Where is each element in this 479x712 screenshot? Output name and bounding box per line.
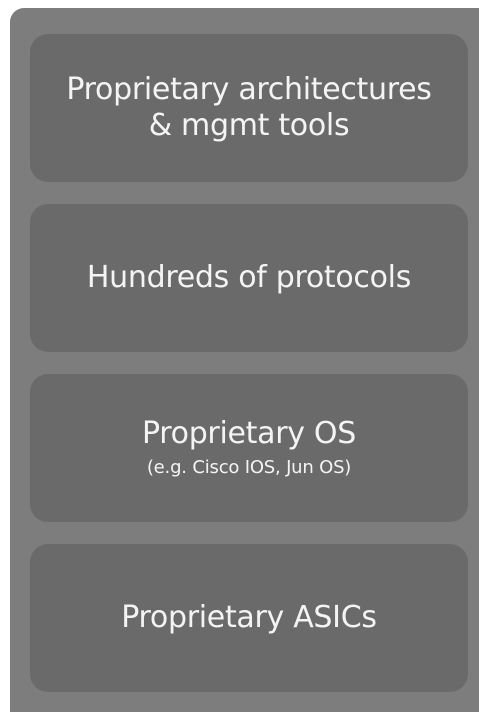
layer-os: Proprietary OS (e.g. Cisco IOS, Jun OS) — [30, 374, 468, 522]
layer-title: Proprietary OS — [142, 416, 356, 451]
layer-title: Proprietary architectures & mgmt tools — [66, 72, 431, 144]
stack-diagram: Proprietary architectures & mgmt tools H… — [10, 8, 479, 712]
layer-protocols: Hundreds of protocols — [30, 204, 468, 352]
layer-title: Proprietary ASICs — [121, 600, 377, 635]
layer-asics: Proprietary ASICs — [30, 544, 468, 692]
layer-subtitle: (e.g. Cisco IOS, Jun OS) — [146, 457, 352, 478]
layer-architectures-mgmt-tools: Proprietary architectures & mgmt tools — [30, 34, 468, 182]
layer-title-line-2: & mgmt tools — [148, 108, 350, 143]
layer-title: Hundreds of protocols — [86, 260, 412, 295]
layer-title-line-1: Proprietary architectures — [66, 72, 432, 107]
